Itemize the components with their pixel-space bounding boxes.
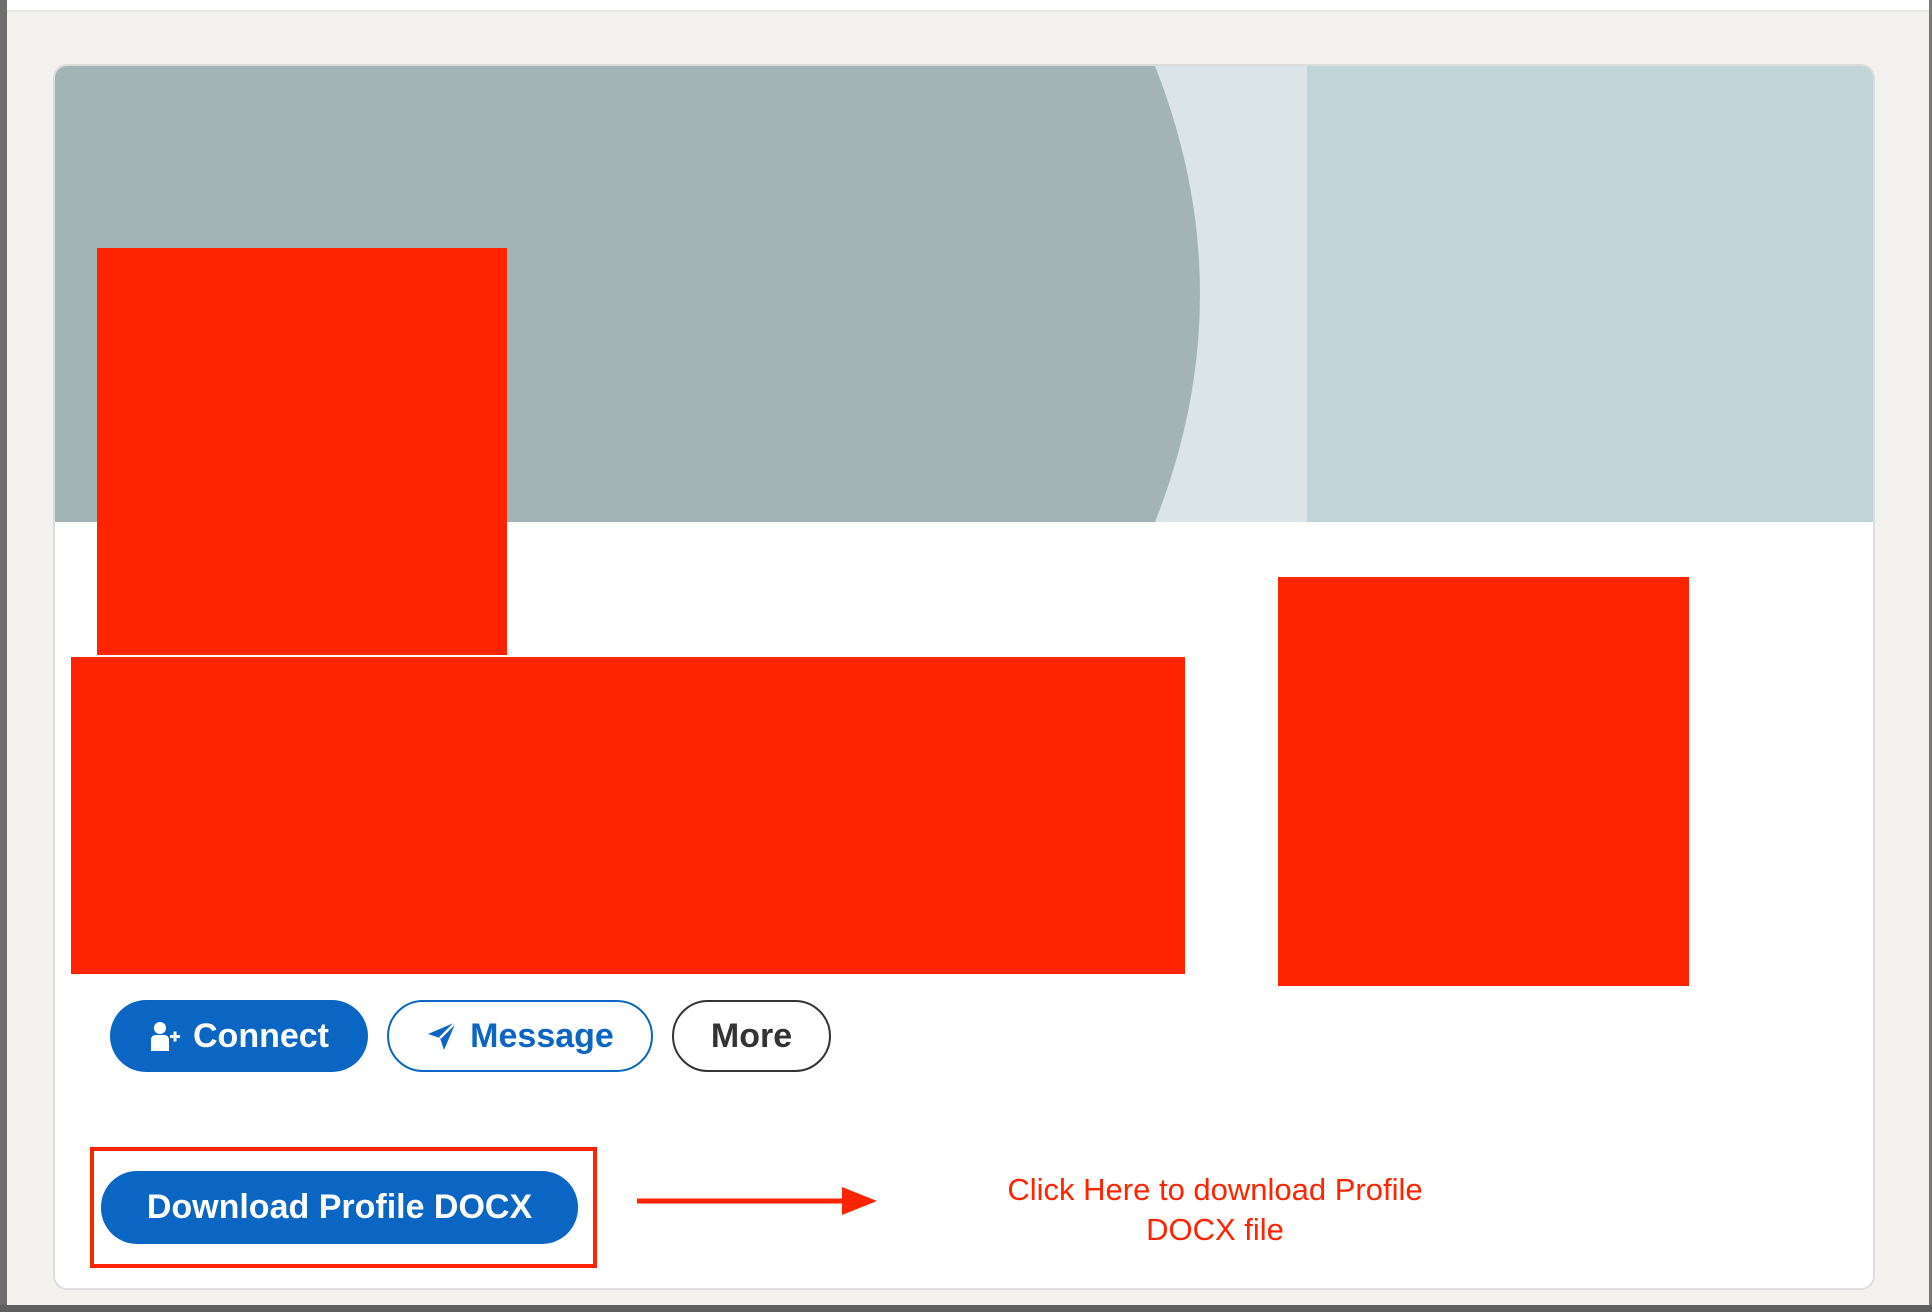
send-icon bbox=[426, 1020, 458, 1052]
annotation-line-2: DOCX file bbox=[1146, 1212, 1284, 1247]
redacted-side-panel bbox=[1278, 577, 1689, 986]
redacted-profile-photo bbox=[97, 248, 507, 655]
download-annotation: Click Here to download Profile DOCX file bbox=[915, 1170, 1515, 1250]
connect-button[interactable]: Connect bbox=[110, 1000, 368, 1072]
window-left-edge bbox=[0, 0, 7, 1312]
message-button[interactable]: Message bbox=[387, 1000, 653, 1072]
redacted-profile-info bbox=[71, 657, 1185, 974]
window-bottom-edge bbox=[0, 1305, 1932, 1312]
more-button[interactable]: More bbox=[672, 1000, 831, 1072]
download-label: Download Profile DOCX bbox=[146, 1188, 533, 1226]
arrow-right-icon bbox=[637, 1187, 877, 1215]
annotation-line-1: Click Here to download Profile bbox=[1007, 1172, 1423, 1207]
message-label: Message bbox=[470, 1016, 614, 1055]
person-add-icon bbox=[149, 1020, 181, 1052]
profile-card: Connect Message More Download Profile DO… bbox=[53, 64, 1875, 1290]
download-profile-docx-button[interactable]: Download Profile DOCX bbox=[101, 1171, 578, 1244]
more-label: More bbox=[710, 1016, 793, 1055]
connect-label: Connect bbox=[193, 1016, 329, 1055]
window-top-bar bbox=[7, 0, 1929, 12]
